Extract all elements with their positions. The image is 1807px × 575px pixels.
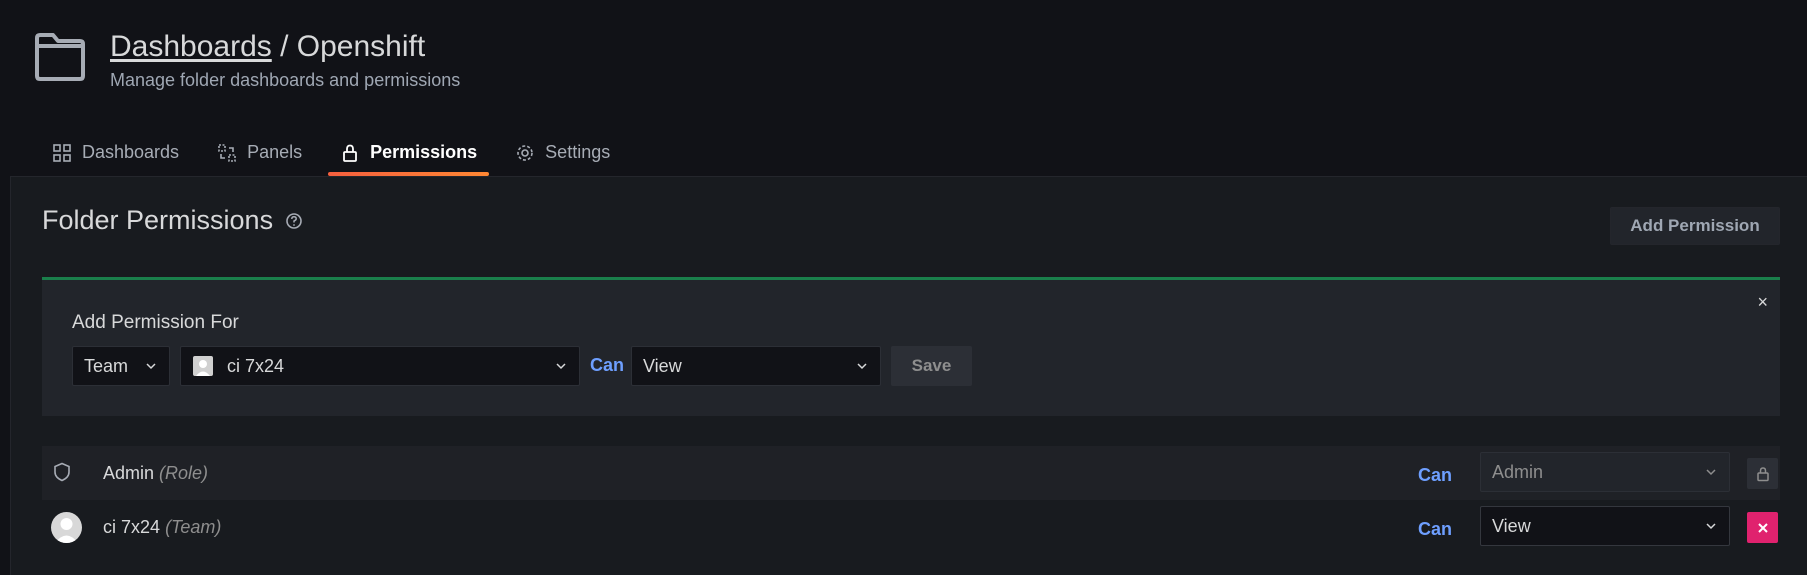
close-icon <box>1757 522 1768 533</box>
section-title-text: Folder Permissions <box>42 205 274 235</box>
permission-row: Admin (Role) Can Admin <box>42 446 1780 500</box>
chevron-down-icon <box>1706 469 1716 476</box>
breadcrumb-dashboards-link[interactable]: Dashboards <box>110 30 272 63</box>
page-header: Dashboards / Openshift Manage folder das… <box>0 0 1807 176</box>
section-title: Folder Permissions <box>42 205 303 236</box>
admin-permission-select: Admin <box>1480 452 1730 492</box>
team-avatar <box>193 356 213 376</box>
tab-dashboards[interactable]: Dashboards <box>40 136 191 176</box>
can-label: Can <box>1418 519 1453 539</box>
add-permission-form: Add Permission For × Team ci 7x24 Can Vi… <box>42 277 1780 416</box>
tab-settings[interactable]: Settings <box>503 136 622 176</box>
add-permission-button[interactable]: Add Permission <box>1610 207 1780 245</box>
permission-name: Admin (Role) <box>103 463 208 484</box>
lock-icon <box>343 144 358 162</box>
tab-permissions[interactable]: Permissions <box>328 136 490 176</box>
permission-level-select[interactable]: View <box>631 346 881 386</box>
team-kind: (Team) <box>165 517 222 537</box>
chevron-down-icon <box>857 363 867 370</box>
permission-type-select[interactable]: Team <box>72 346 170 386</box>
chevron-down-icon <box>146 363 156 370</box>
locked-permission-button <box>1747 458 1778 489</box>
tab-label: Panels <box>247 142 303 162</box>
save-button[interactable]: Save <box>891 346 972 386</box>
gear-icon <box>517 145 533 161</box>
role-name: Admin <box>103 463 155 483</box>
team-permission-select[interactable]: View <box>1480 506 1730 546</box>
permission-value: View <box>1492 515 1531 536</box>
permission-level-value: View <box>643 355 682 376</box>
team-picker[interactable]: ci 7x24 <box>180 346 580 386</box>
lock-icon <box>1756 466 1769 481</box>
team-name: ci 7x24 <box>103 517 161 537</box>
shield-icon <box>54 462 70 482</box>
can-label: Can <box>590 355 625 375</box>
folder-name: Openshift <box>296 30 426 63</box>
add-permission-title: Add Permission For <box>72 312 239 333</box>
chevron-down-icon <box>1706 523 1716 530</box>
remove-permission-button[interactable] <box>1747 512 1778 543</box>
can-label: Can <box>1418 465 1453 485</box>
folder-tabs: Dashboards Panels Permissions Settings <box>40 136 636 176</box>
help-circle-icon[interactable] <box>285 212 303 230</box>
folder-icon <box>35 33 85 81</box>
grid-icon <box>53 144 71 162</box>
permission-type-value: Team <box>84 355 129 376</box>
chevron-down-icon <box>556 363 566 370</box>
page-title: Dashboards / Openshift <box>110 30 425 64</box>
team-picker-value: ci 7x24 <box>227 355 285 376</box>
team-avatar <box>51 512 82 543</box>
permission-name: ci 7x24 (Team) <box>103 517 221 538</box>
tab-label: Dashboards <box>82 142 180 162</box>
tab-label: Permissions <box>370 142 478 162</box>
breadcrumb-separator: / <box>271 30 297 63</box>
close-icon[interactable]: × <box>1757 292 1768 313</box>
permission-row: ci 7x24 (Team) Can View <box>42 500 1780 554</box>
tab-label: Settings <box>545 142 611 162</box>
permission-value: Admin <box>1492 461 1544 482</box>
page-subtitle: Manage folder dashboards and permissions <box>110 70 461 90</box>
permissions-panel: Folder Permissions Add Permission Add Pe… <box>10 176 1807 575</box>
library-panels-icon <box>218 144 236 162</box>
role-kind: (Role) <box>159 463 209 483</box>
tab-panels[interactable]: Panels <box>205 136 314 176</box>
